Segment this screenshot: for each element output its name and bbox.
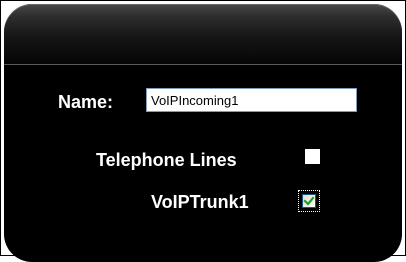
telephone-lines-checkbox[interactable] xyxy=(305,149,320,164)
voip-trunk-checkbox[interactable] xyxy=(302,194,316,208)
checkmark-icon xyxy=(303,196,315,206)
name-input[interactable] xyxy=(146,88,357,112)
telephone-lines-label: Telephone Lines xyxy=(96,150,237,170)
name-label: Name: xyxy=(58,92,114,112)
window-frame: Name: Telephone Lines VoIPTrunk1 xyxy=(0,0,406,262)
voip-trunk-label: VoIPTrunk1 xyxy=(151,192,249,212)
settings-panel: Name: Telephone Lines VoIPTrunk1 xyxy=(4,4,402,262)
panel-header xyxy=(4,4,402,64)
header-divider xyxy=(4,64,402,65)
